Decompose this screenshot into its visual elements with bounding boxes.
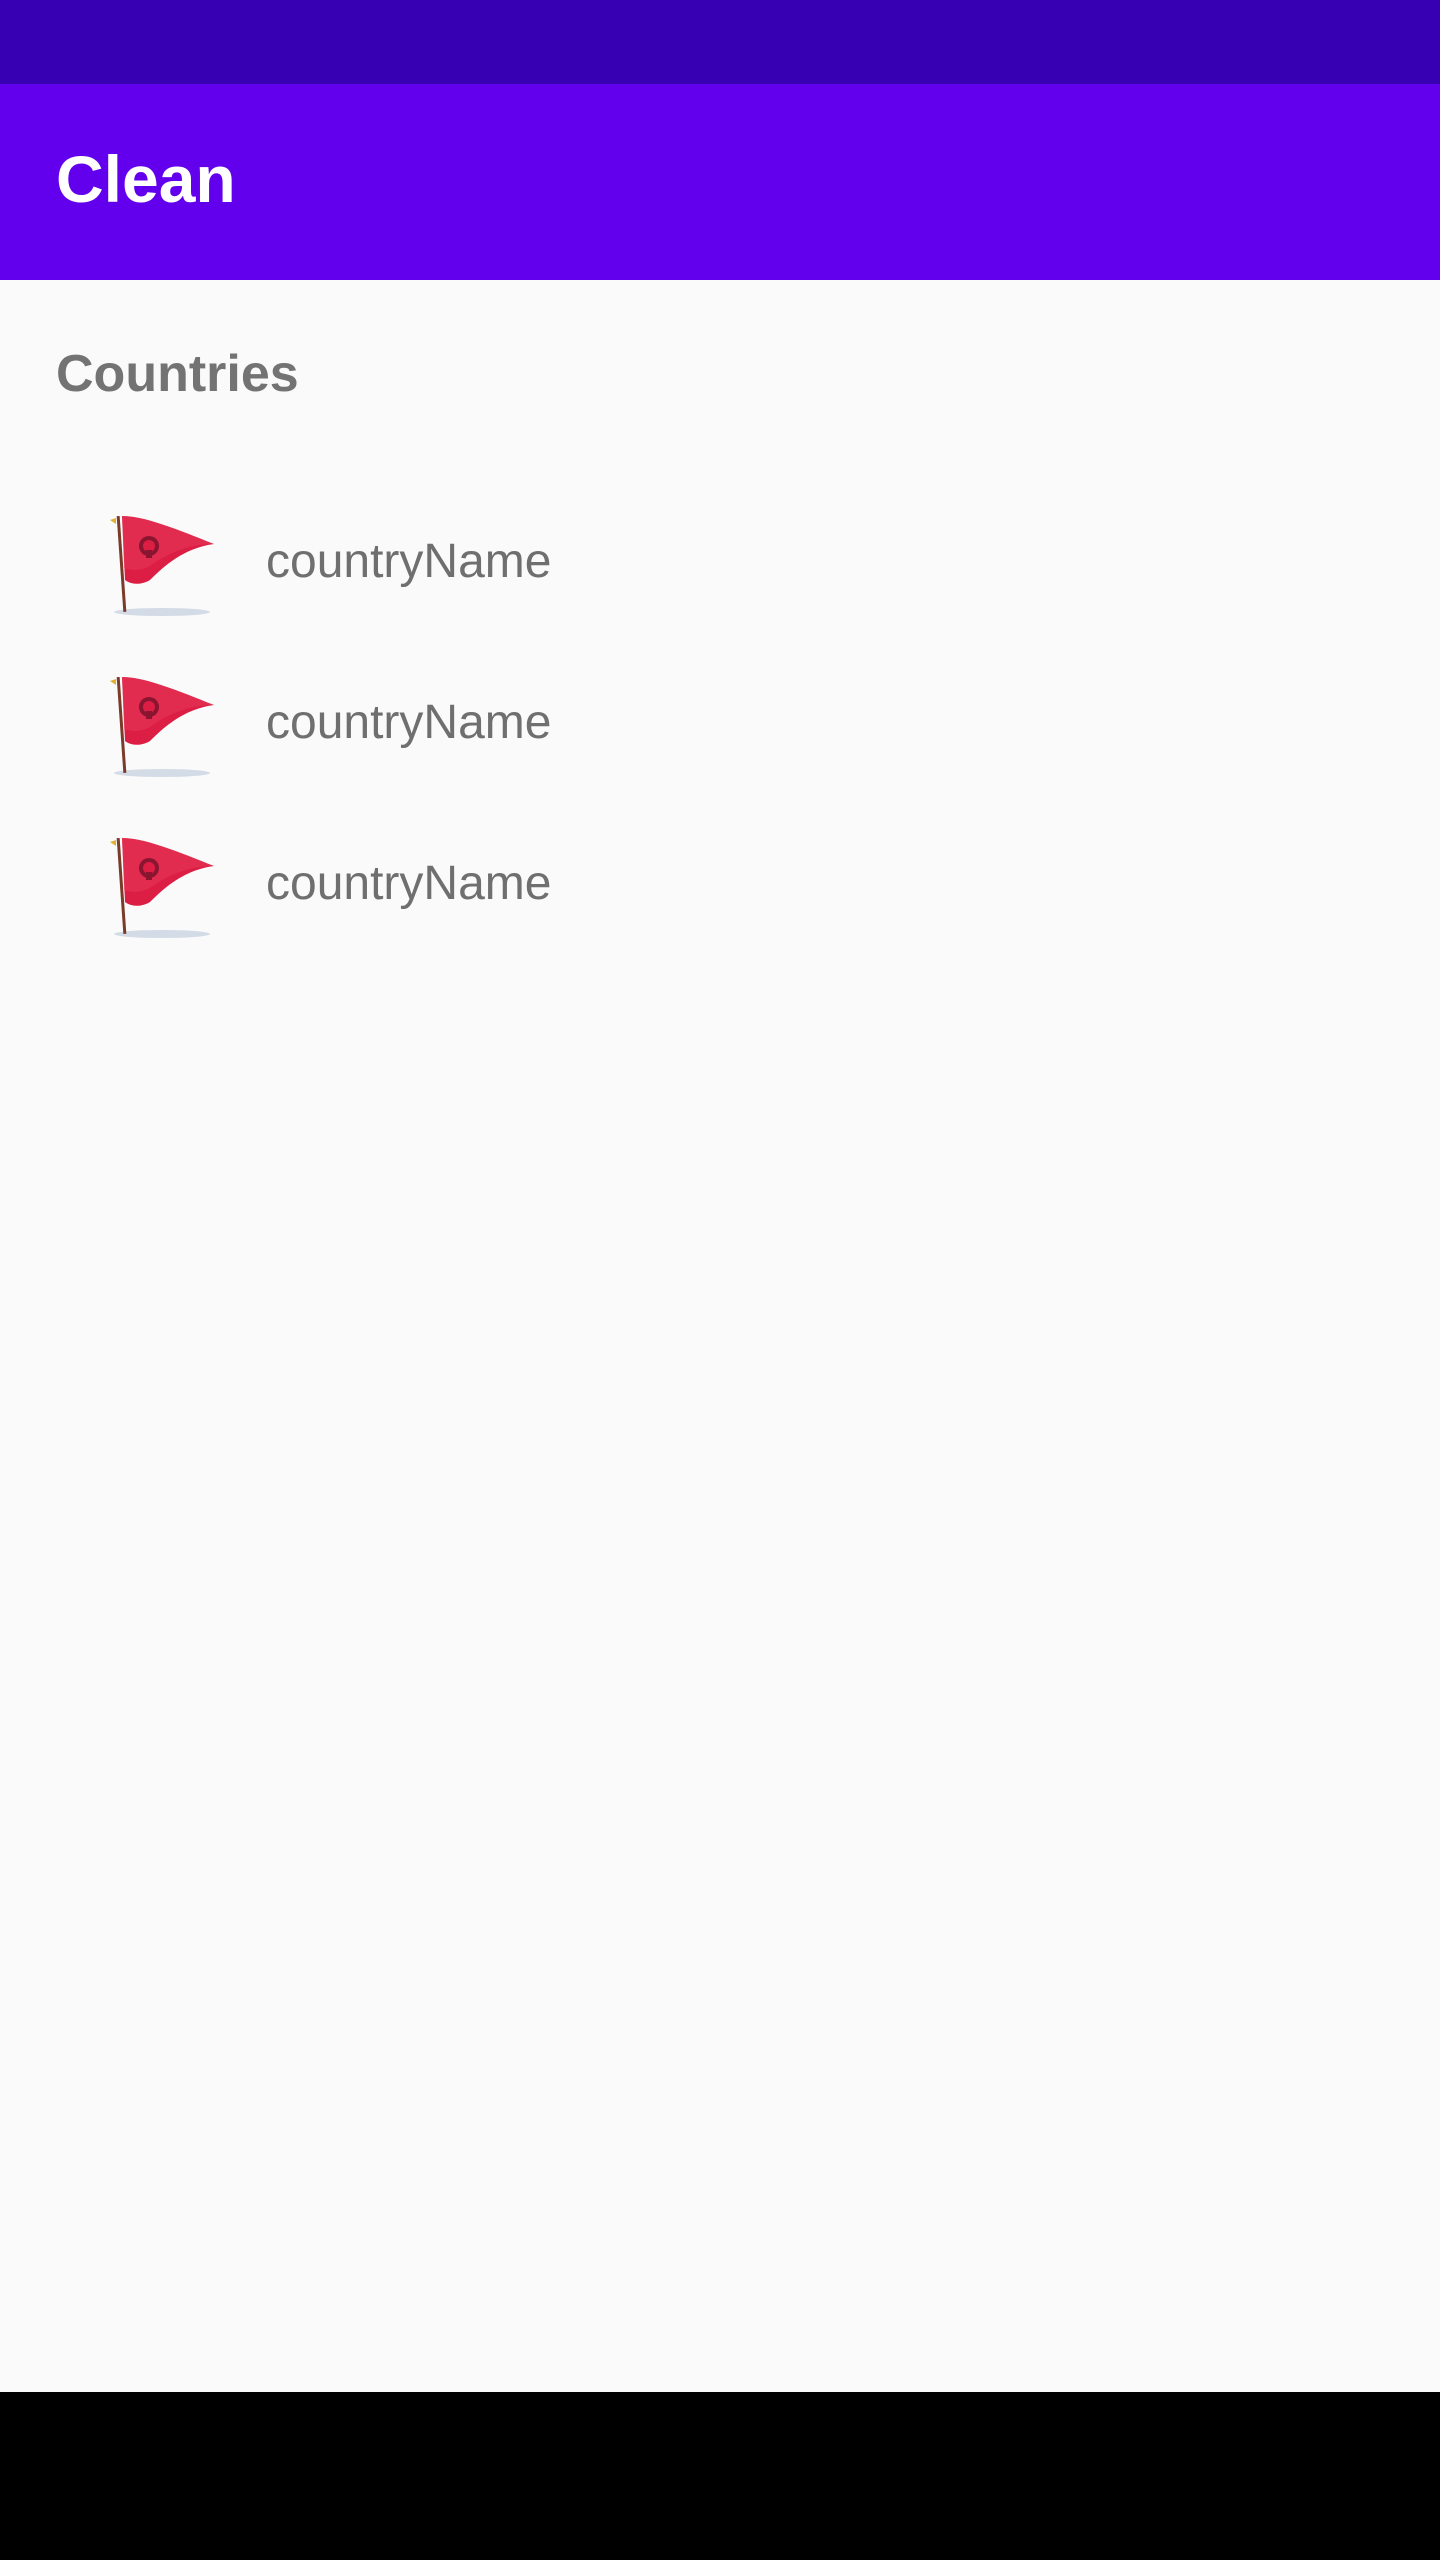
flag-icon [110, 676, 214, 777]
country-name: countryName [266, 535, 552, 588]
list-item[interactable]: countryName [0, 510, 1440, 671]
section-title: Countries [56, 345, 299, 403]
navigation-bar [0, 2392, 1440, 2560]
status-bar [0, 0, 1440, 84]
flag-icon [110, 515, 214, 616]
country-list: countryName countryName countryName [0, 510, 1440, 993]
list-item[interactable]: countryName [0, 671, 1440, 832]
app-title: Clean [56, 142, 236, 216]
flag-icon [110, 837, 214, 938]
app-bar: Clean [0, 84, 1440, 280]
main-content: Countries countryName countryName countr… [0, 280, 1440, 2392]
list-item[interactable]: countryName [0, 832, 1440, 993]
country-name: countryName [266, 696, 552, 749]
country-name: countryName [266, 857, 552, 910]
